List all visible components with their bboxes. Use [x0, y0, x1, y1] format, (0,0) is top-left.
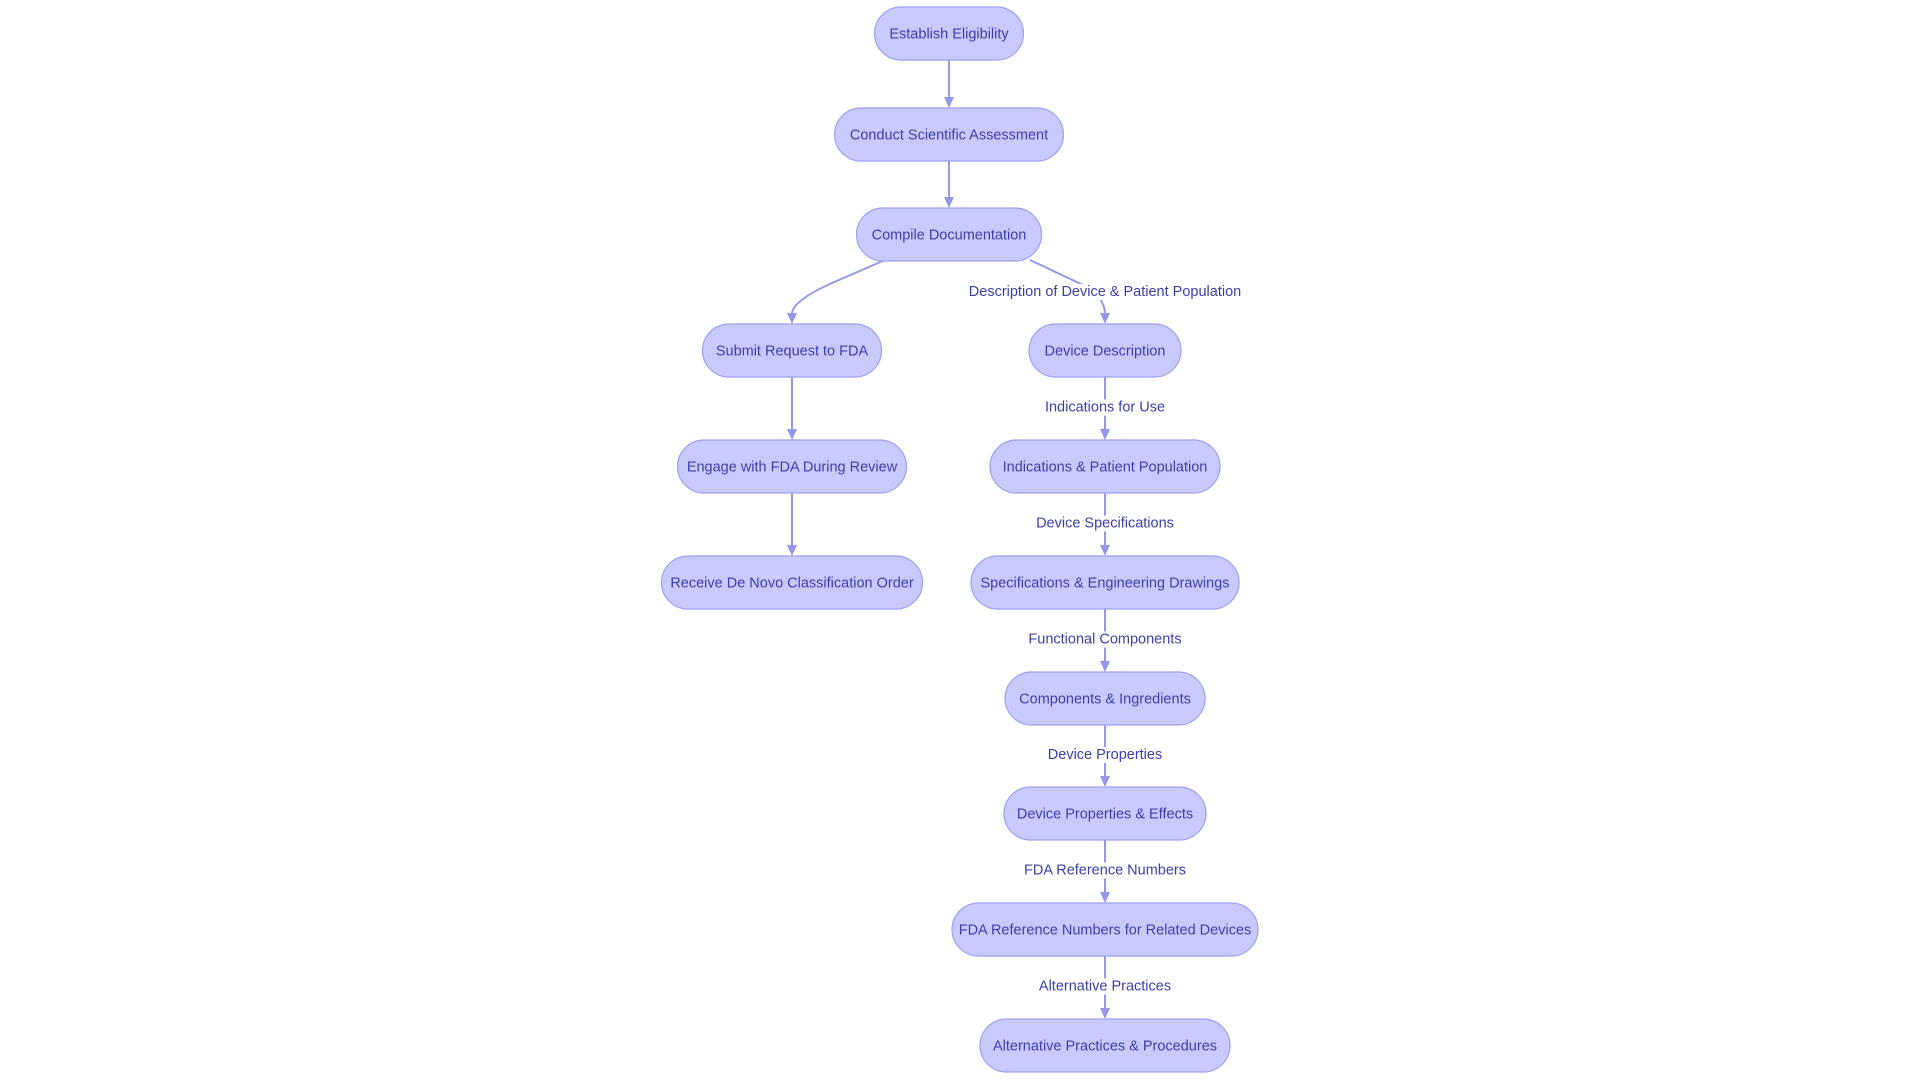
edge-label-device-properties: Device Properties	[1046, 747, 1164, 763]
node-fda-reference-numbers-for-related-devices: FDA Reference Numbers for Related Device…	[951, 902, 1259, 957]
node-compile-documentation: Compile Documentation	[855, 207, 1043, 262]
node-label: Components & Ingredients	[1019, 692, 1191, 708]
node-label: Device Description	[1045, 344, 1166, 360]
edge-label-text: Device Specifications	[1036, 516, 1174, 532]
edge-engage-to-receive	[787, 493, 797, 556]
arrowhead-icon	[1100, 661, 1110, 672]
edge-assessment-to-documentation	[944, 161, 954, 208]
node-establish-eligibility: Establish Eligibility	[873, 6, 1025, 61]
node-label: Conduct Scientific Assessment	[850, 128, 1048, 144]
node-alternative-practices-and-procedures: Alternative Practices & Procedures	[979, 1018, 1231, 1073]
edge-label-text: Indications for Use	[1045, 400, 1165, 416]
node-label: Engage with FDA During Review	[687, 460, 898, 476]
edge-label-text: Alternative Practices	[1039, 979, 1171, 995]
node-engage-with-fda-during-review: Engage with FDA During Review	[676, 439, 908, 494]
arrowhead-icon	[1100, 892, 1110, 903]
node-label: Alternative Practices & Procedures	[993, 1039, 1217, 1055]
node-label: Establish Eligibility	[889, 27, 1009, 43]
node-label: Receive De Novo Classification Order	[670, 576, 914, 592]
arrowhead-icon	[944, 97, 954, 108]
node-submit-request-to-fda: Submit Request to FDA	[701, 323, 883, 378]
node-receive-de-novo-classification-order: Receive De Novo Classification Order	[660, 555, 924, 610]
edge-label-functional-components: Functional Components	[1027, 631, 1183, 648]
nodes-layer: Establish Eligibility Conduct Scientific …	[660, 6, 1259, 1073]
node-specifications-and-engineering-drawings: Specifications & Engineering Drawings	[970, 555, 1240, 610]
arrowhead-icon	[1100, 313, 1110, 324]
node-device-properties-and-effects: Device Properties & Effects	[1003, 786, 1207, 841]
node-device-description: Device Description	[1028, 323, 1182, 378]
edge-label-fda-reference-numbers: FDA Reference Numbers	[1023, 862, 1187, 879]
edge-label-indications-for-use: Indications for Use	[1043, 399, 1167, 416]
edge-label-text: Functional Components	[1028, 632, 1181, 648]
node-label: Submit Request to FDA	[716, 344, 869, 360]
flowchart-diagram: Description of Device & Patient Populati…	[660, 6, 1259, 1073]
edge-label-description-of-device-and-patient-population: Description of Device & Patient Populati…	[967, 284, 1243, 300]
edge-label-text: FDA Reference Numbers	[1024, 863, 1186, 879]
node-label: Device Properties & Effects	[1017, 807, 1193, 823]
arrowhead-icon	[787, 545, 797, 556]
arrowhead-icon	[1100, 776, 1110, 787]
edge-label-text: Description of Device & Patient Populati…	[969, 284, 1241, 300]
node-label: Specifications & Engineering Drawings	[980, 576, 1229, 592]
node-label: FDA Reference Numbers for Related Device…	[959, 923, 1252, 939]
node-indications-and-patient-population: Indications & Patient Population	[989, 439, 1221, 494]
node-label: Compile Documentation	[872, 228, 1027, 244]
node-label: Indications & Patient Population	[1003, 460, 1208, 476]
edge-label-device-specifications: Device Specifications	[1035, 515, 1175, 532]
arrowhead-icon	[944, 197, 954, 208]
edge-documentation-to-submit	[787, 259, 886, 324]
node-components-and-ingredients: Components & Ingredients	[1004, 671, 1206, 726]
edge-label-text: Device Properties	[1048, 747, 1162, 763]
arrowhead-icon	[787, 429, 797, 440]
edge-label-alternative-practices: Alternative Practices	[1037, 978, 1173, 995]
edge-eligibility-to-assessment	[944, 60, 954, 108]
node-conduct-scientific-assessment: Conduct Scientific Assessment	[833, 107, 1065, 162]
arrowhead-icon	[1100, 545, 1110, 556]
edge-submit-to-engage	[787, 377, 797, 440]
arrowhead-icon	[787, 313, 797, 324]
arrowhead-icon	[1100, 429, 1110, 440]
arrowhead-icon	[1100, 1008, 1110, 1019]
edge-line	[791, 259, 886, 315]
